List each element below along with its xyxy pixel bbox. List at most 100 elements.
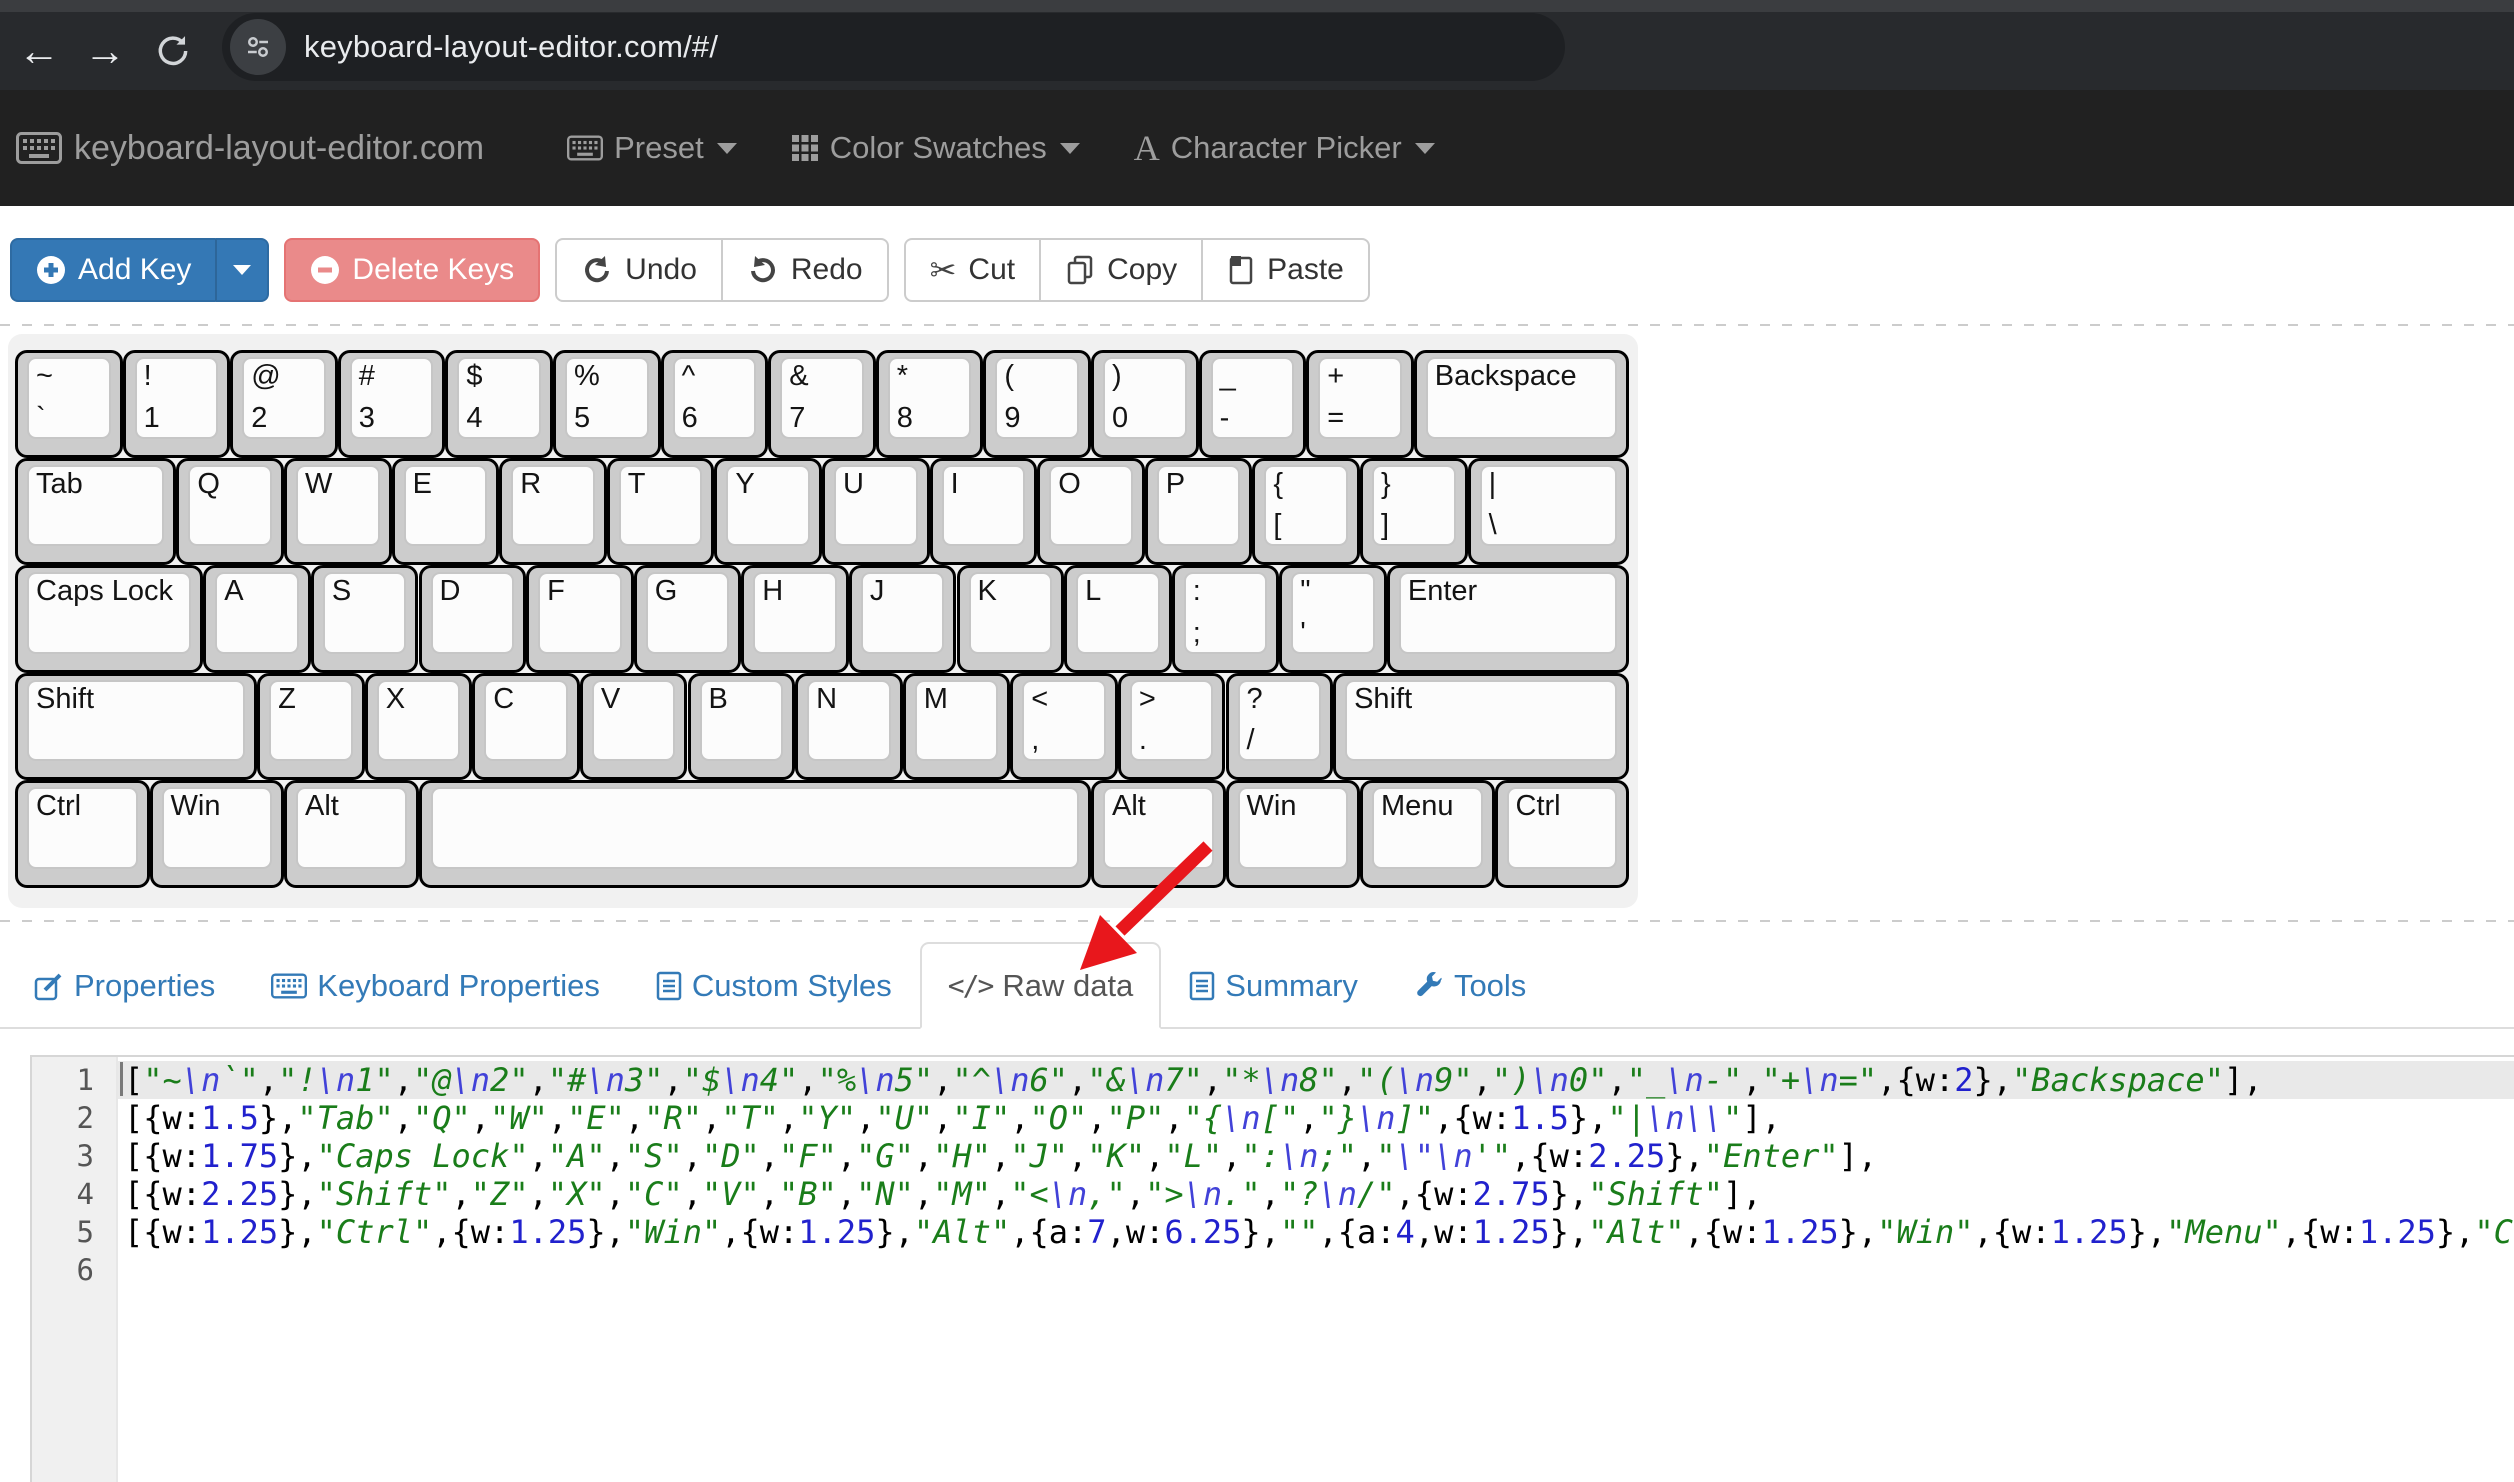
key-shift[interactable]: Shift xyxy=(15,673,257,781)
key-%[interactable]: %5 xyxy=(553,350,661,458)
key-~[interactable]: ~` xyxy=(15,350,123,458)
key-<[interactable]: <, xyxy=(1010,673,1118,781)
cut-button[interactable]: ✂ Cut xyxy=(904,238,1042,302)
key-k[interactable]: K xyxy=(957,565,1065,673)
key-)[interactable]: )0 xyxy=(1091,350,1199,458)
key-enter[interactable]: Enter xyxy=(1387,565,1629,673)
key-a[interactable]: A xyxy=(203,565,311,673)
url-bar[interactable]: keyboard-layout-editor.com/#/ xyxy=(222,13,1565,81)
key-x[interactable]: X xyxy=(365,673,473,781)
key-h[interactable]: H xyxy=(741,565,849,673)
key-t[interactable]: T xyxy=(607,458,715,566)
key-([interactable]: (9 xyxy=(983,350,1091,458)
key-b[interactable]: B xyxy=(688,673,796,781)
key->[interactable]: >. xyxy=(1118,673,1226,781)
key-s[interactable]: S xyxy=(311,565,419,673)
tab-custom-styles[interactable]: Custom Styles xyxy=(628,942,920,1029)
raw-data-editor[interactable]: 123456 ["~\n`","!\n1","@\n2","#\n3","$\n… xyxy=(30,1055,2514,1482)
tab-tools[interactable]: Tools xyxy=(1386,942,1554,1029)
key-o[interactable]: O xyxy=(1037,458,1145,566)
add-key-button[interactable]: Add Key xyxy=(10,238,215,302)
add-key-dropdown[interactable] xyxy=(215,238,269,302)
site-info-button[interactable] xyxy=(230,19,286,75)
key-{[interactable]: {[ xyxy=(1252,458,1360,566)
key-f[interactable]: F xyxy=(526,565,634,673)
key-![interactable]: !1 xyxy=(123,350,231,458)
tab-raw-data[interactable]: </> Raw data xyxy=(920,942,1162,1029)
key-*[interactable]: *8 xyxy=(876,350,984,458)
key-#[interactable]: #3 xyxy=(338,350,446,458)
key-alt[interactable]: Alt xyxy=(284,780,419,888)
key-&[interactable]: &7 xyxy=(768,350,876,458)
key-ctrl[interactable]: Ctrl xyxy=(1495,780,1630,888)
key-q[interactable]: Q xyxy=(176,458,284,566)
nav-item-preset[interactable]: Preset xyxy=(540,130,764,166)
grid-icon xyxy=(791,134,819,162)
key-?[interactable]: ?/ xyxy=(1226,673,1334,781)
key-l[interactable]: L xyxy=(1064,565,1172,673)
key-space[interactable] xyxy=(419,780,1092,888)
undo-button[interactable]: Undo xyxy=(555,238,723,302)
nav-item-color-swatches[interactable]: Color Swatches xyxy=(764,130,1107,166)
key-ctrl[interactable]: Ctrl xyxy=(15,780,150,888)
key-shift[interactable]: Shift xyxy=(1333,673,1629,781)
code-line[interactable]: [{w:2.25},"Shift","Z","X","C","V","B","N… xyxy=(118,1175,2514,1213)
code-line[interactable] xyxy=(118,1251,2514,1289)
key-e[interactable]: E xyxy=(392,458,500,566)
key-|[interactable]: |\ xyxy=(1468,458,1629,566)
code-area[interactable]: ["~\n`","!\n1","@\n2","#\n3","$\n4","%\n… xyxy=(118,1057,2514,1482)
key-tab[interactable]: Tab xyxy=(15,458,176,566)
key-p[interactable]: P xyxy=(1145,458,1253,566)
key-win[interactable]: Win xyxy=(1226,780,1361,888)
nav-item-character-picker[interactable]: A Character Picker xyxy=(1107,130,1462,166)
code-line[interactable]: [{w:1.25},"Ctrl",{w:1.25},"Win",{w:1.25}… xyxy=(118,1213,2514,1251)
key-:[interactable]: :; xyxy=(1172,565,1280,673)
key-legend-top: N xyxy=(816,683,837,716)
key-legend-top: Win xyxy=(171,790,221,823)
brand[interactable]: keyboard-layout-editor.com xyxy=(16,129,484,168)
key-j[interactable]: J xyxy=(849,565,957,673)
key-y[interactable]: Y xyxy=(714,458,822,566)
code-line[interactable]: [{w:1.75},"Caps Lock","A","S","D","F","G… xyxy=(118,1137,2514,1175)
copy-button[interactable]: Copy xyxy=(1041,238,1203,302)
redo-button[interactable]: Redo xyxy=(723,238,889,302)
key-w[interactable]: W xyxy=(284,458,392,566)
key-backspace[interactable]: Backspace xyxy=(1414,350,1629,458)
paste-button[interactable]: Paste xyxy=(1203,238,1370,302)
delete-keys-button[interactable]: Delete Keys xyxy=(284,238,540,302)
reload-button[interactable] xyxy=(142,12,204,90)
tab-summary[interactable]: Summary xyxy=(1161,942,1386,1029)
keyboard-case: ~`!1@2#3$4%5^6&7*8(9)0_-+=BackspaceTabQW… xyxy=(8,334,1638,908)
key-legend-top: < xyxy=(1031,683,1048,716)
key-i[interactable]: I xyxy=(930,458,1038,566)
key-}[interactable]: }] xyxy=(1360,458,1468,566)
keycap-face: ^6 xyxy=(673,357,757,439)
back-button[interactable]: ← xyxy=(8,12,70,90)
key-^[interactable]: ^6 xyxy=(661,350,769,458)
key-c[interactable]: C xyxy=(472,673,580,781)
key-r[interactable]: R xyxy=(499,458,607,566)
key-win[interactable]: Win xyxy=(150,780,285,888)
code-line[interactable]: ["~\n`","!\n1","@\n2","#\n3","$\n4","%\n… xyxy=(118,1061,2514,1099)
key-m[interactable]: M xyxy=(903,673,1011,781)
key-g[interactable]: G xyxy=(634,565,742,673)
key-@[interactable]: @2 xyxy=(230,350,338,458)
tab-keyboard-properties[interactable]: Keyboard Properties xyxy=(243,942,628,1029)
key-z[interactable]: Z xyxy=(257,673,365,781)
key-u[interactable]: U xyxy=(822,458,930,566)
key-_[interactable]: _- xyxy=(1199,350,1307,458)
code-line[interactable]: [{w:1.5},"Tab","Q","W","E","R","T","Y","… xyxy=(118,1099,2514,1137)
key-n[interactable]: N xyxy=(795,673,903,781)
key-$[interactable]: $4 xyxy=(445,350,553,458)
key-menu[interactable]: Menu xyxy=(1360,780,1495,888)
copy-icon xyxy=(1065,254,1095,286)
key-d[interactable]: D xyxy=(419,565,527,673)
key-v[interactable]: V xyxy=(580,673,688,781)
key-+[interactable]: += xyxy=(1306,350,1414,458)
key-caps-lock[interactable]: Caps Lock xyxy=(15,565,203,673)
keyboard-canvas[interactable]: ~`!1@2#3$4%5^6&7*8(9)0_-+=BackspaceTabQW… xyxy=(0,324,2514,922)
tab-properties[interactable]: Properties xyxy=(6,942,243,1029)
key-alt[interactable]: Alt xyxy=(1091,780,1226,888)
forward-button[interactable]: → xyxy=(74,12,136,90)
key-"[interactable]: "' xyxy=(1279,565,1387,673)
